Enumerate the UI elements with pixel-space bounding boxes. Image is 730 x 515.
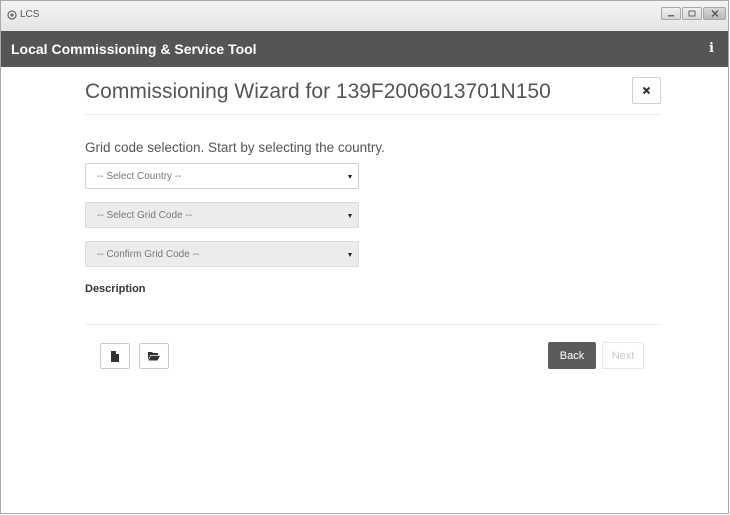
- title-divider: [85, 114, 661, 115]
- next-button[interactable]: Next: [602, 342, 644, 369]
- app-header: Local Commissioning & Service Tool i: [1, 31, 728, 67]
- maximize-button[interactable]: [682, 7, 702, 20]
- file-icon: [111, 350, 119, 362]
- os-window-title-text: LCS: [20, 9, 40, 20]
- wizard-title: Commissioning Wizard for 139F2006013701N…: [85, 80, 551, 103]
- select-grid-code-value: -- Select Grid Code --: [97, 210, 193, 221]
- select-grid-code[interactable]: -- Select Grid Code --: [85, 202, 359, 228]
- chevron-down-icon: [348, 253, 352, 257]
- os-title-bar: LCS: [1, 1, 728, 32]
- instruction-text: Grid code selection. Start by selecting …: [85, 140, 385, 155]
- wizard-close-button[interactable]: [632, 77, 661, 104]
- select-confirm-grid-code[interactable]: -- Confirm Grid Code --: [85, 241, 359, 267]
- window-controls: [661, 7, 726, 20]
- lcs-logo-icon: [7, 9, 17, 20]
- os-window-title: LCS: [7, 9, 39, 20]
- new-file-button[interactable]: [100, 343, 130, 369]
- select-country-value: -- Select Country --: [97, 171, 182, 182]
- select-country[interactable]: -- Select Country --: [85, 163, 359, 189]
- folder-open-icon: [148, 352, 160, 361]
- maximize-icon: [688, 10, 696, 17]
- window-close-icon: [711, 10, 718, 17]
- description-label: Description: [85, 283, 146, 295]
- window-close-button[interactable]: [703, 7, 726, 20]
- chevron-down-icon: [348, 175, 352, 179]
- select-confirm-grid-code-value: -- Confirm Grid Code --: [97, 249, 200, 260]
- app-window: LCS Local Commissioning & Service Tool i: [0, 0, 729, 514]
- back-button[interactable]: Back: [548, 342, 596, 369]
- minimize-icon: [668, 14, 674, 16]
- minimize-button[interactable]: [661, 7, 681, 20]
- info-icon[interactable]: i: [709, 41, 714, 56]
- close-icon: [642, 86, 651, 95]
- app-title: Local Commissioning & Service Tool: [11, 41, 257, 57]
- footer-divider: [85, 324, 661, 325]
- open-folder-button[interactable]: [139, 343, 169, 369]
- chevron-down-icon: [348, 214, 352, 218]
